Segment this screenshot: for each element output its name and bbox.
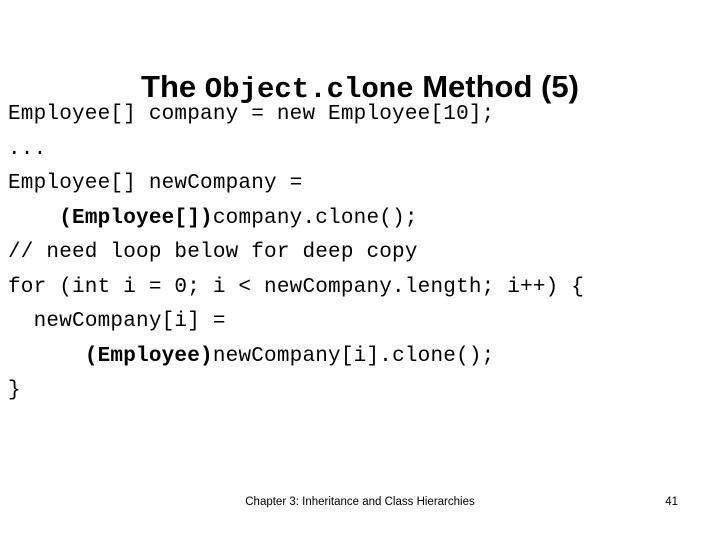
code-token: company.clone(); [212, 206, 418, 230]
code-line: } [8, 374, 714, 409]
code-token: } [8, 379, 21, 402]
code-token: newCompany[i].clone(); [212, 344, 495, 368]
code-token: ... [8, 137, 47, 161]
code-line: (Employee[])company.clone(); [8, 202, 714, 237]
slide-canvas: The Object.clone Method (5) Employee[] c… [0, 0, 720, 540]
code-line: Employee[] company = new Employee[10]; [8, 98, 714, 133]
code-line: (Employee)newCompany[i].clone(); [8, 340, 714, 375]
code-line: // need loop below for deep copy [8, 236, 714, 271]
code-cast-token: (Employee[]) [59, 206, 213, 230]
code-token: Employee[] newCompany = [8, 172, 303, 195]
code-block: Employee[] company = new Employee[10];..… [8, 98, 714, 409]
footer-page-number: 41 [665, 496, 678, 508]
code-token: newCompany[i] = [33, 310, 226, 333]
code-line: for (int i = 0; i < newCompany.length; i… [8, 271, 714, 306]
code-line: ... [8, 133, 714, 168]
code-token: // need loop below for deep copy [8, 241, 418, 264]
code-line: Employee[] newCompany = [8, 167, 714, 202]
code-token: Employee[] company = new Employee[10]; [8, 103, 495, 126]
code-cast-token: (Employee) [84, 344, 213, 368]
code-line: newCompany[i] = [8, 305, 714, 340]
slide-footer: Chapter 3: Inheritance and Class Hierarc… [0, 494, 720, 512]
code-token: for (int i = 0; i < newCompany.length; i… [8, 275, 585, 299]
footer-chapter-label: Chapter 3: Inheritance and Class Hierarc… [245, 496, 475, 508]
